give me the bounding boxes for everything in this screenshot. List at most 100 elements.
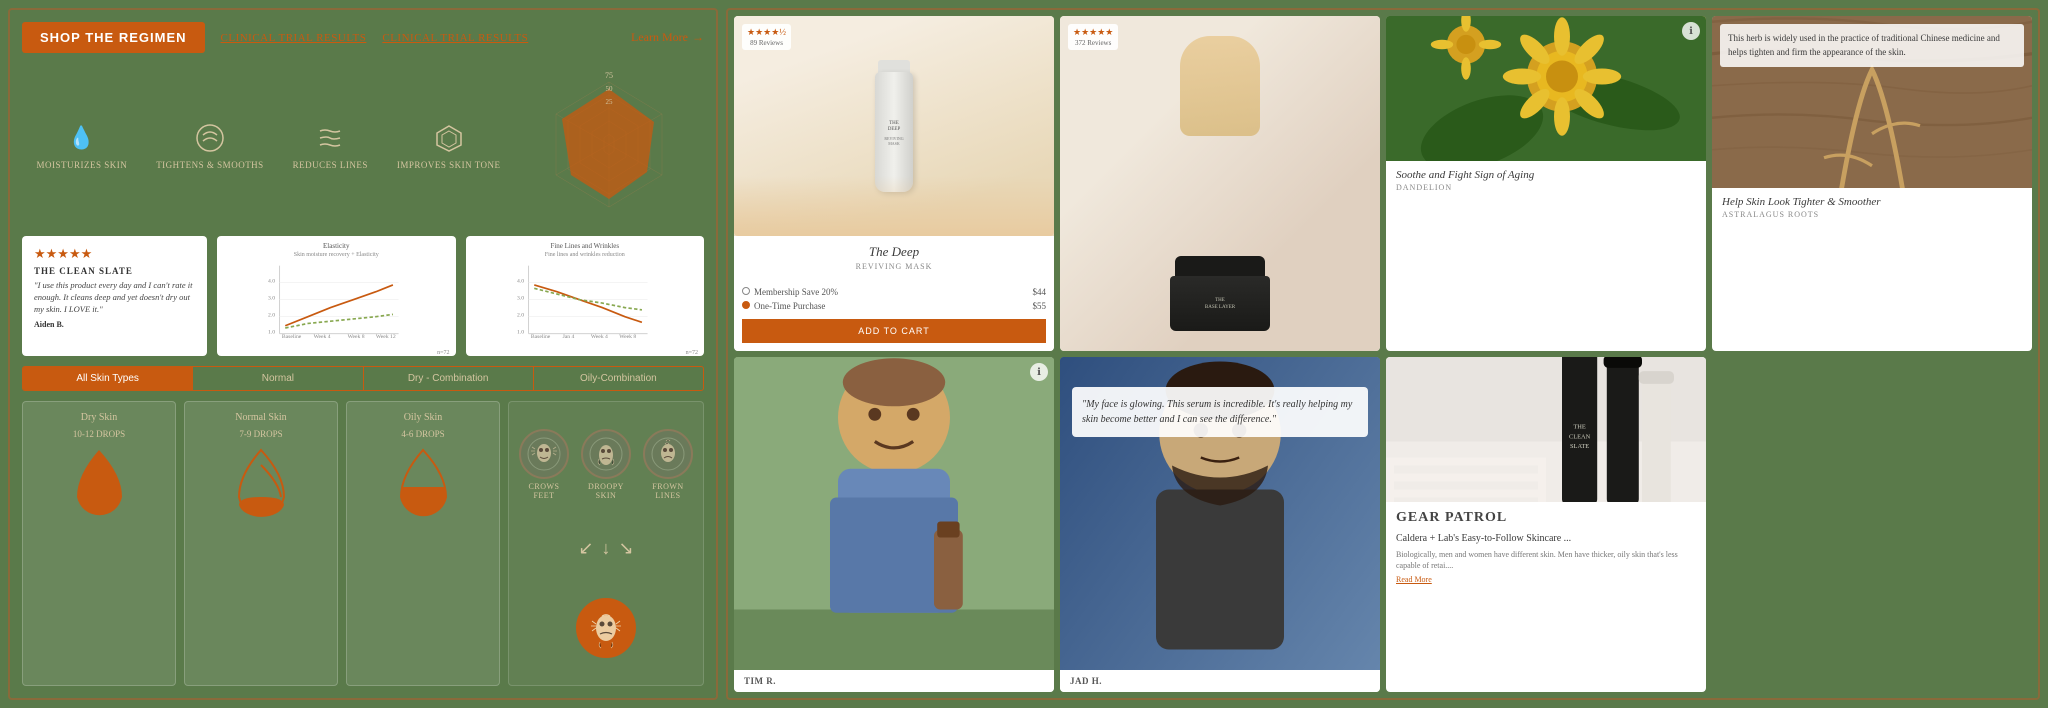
one-time-price: $55: [1033, 301, 1047, 311]
crows-feet-icon: CROWS FEET: [519, 429, 569, 500]
combined-face: [576, 598, 636, 658]
middle-section: ★★★★★ THE CLEAN SLATE "I use this produc…: [22, 236, 704, 356]
jad-testimonial-card: "My face is glowing. This serum is incre…: [1060, 357, 1380, 692]
svg-text:3.0: 3.0: [268, 296, 275, 302]
dry-skin-amount: 10-12 DROPS: [73, 429, 125, 439]
improves-label: IMPROVES SKIN TONE: [397, 160, 501, 170]
chart2-n: n=72: [472, 350, 699, 356]
chart1-title: Elasticity: [223, 242, 450, 250]
dandelion-info-icon[interactable]: ℹ: [1682, 22, 1700, 40]
oily-skin-card: Oily Skin 4-6 DROPS: [346, 401, 500, 686]
svg-text:Week 4: Week 4: [314, 334, 331, 340]
reduces-icon-item: REDUCES LINES: [293, 120, 368, 170]
astragalus-description: This herb is widely used in the practice…: [1728, 32, 2016, 59]
base-layer-review-count: 372 Reviews: [1075, 39, 1111, 47]
droopy-skin-icon: DROOPY SKIN: [581, 429, 631, 500]
drops-section: Dry Skin 10-12 DROPS Normal Skin 7-9 DRO…: [22, 401, 704, 686]
jad-quote-text: "My face is glowing. This serum is incre…: [1082, 397, 1358, 427]
testimonial-title: THE CLEAN SLATE: [34, 266, 195, 276]
oily-skin-drop: [391, 445, 456, 525]
svg-text:4.0: 4.0: [268, 279, 275, 285]
chart2-title: Fine Lines and Wrinkles: [472, 242, 699, 250]
tightens-icon-item: TIGHTENS & SMOOTHS: [156, 120, 264, 170]
the-deep-product-body: The Deep REVIVING MASK: [734, 236, 1054, 279]
shop-regimen-button[interactable]: SHOP THE REGIMEN: [22, 22, 205, 53]
svg-text:Baseline: Baseline: [530, 334, 550, 340]
astragalus-title: Help Skin Look Tighter & Smoother: [1722, 196, 2022, 208]
normal-skin-title: Normal Skin: [235, 412, 286, 423]
svg-text:3.0: 3.0: [516, 296, 523, 302]
arrow-down-2: ↓: [602, 538, 611, 559]
gear-patrol-card: THE CLEAN SLATE GEAR PATROL Caldera + La…: [1386, 357, 1706, 692]
add-to-cart-button[interactable]: ADD TO CART: [742, 319, 1046, 343]
jad-image: "My face is glowing. This serum is incre…: [1060, 357, 1380, 670]
improves-icon-item: IMPROVES SKIN TONE: [397, 120, 501, 170]
the-deep-subtitle: REVIVING MASK: [742, 262, 1046, 271]
moisturizes-icon: 💧: [64, 120, 100, 156]
normal-skin-drop: [229, 445, 294, 525]
tightens-icon: [192, 120, 228, 156]
crows-feet-face: [519, 429, 569, 479]
oily-skin-title: Oily Skin: [404, 412, 443, 423]
testimonial-author: Aiden B.: [34, 320, 195, 329]
the-deep-review-count: 89 Reviews: [750, 39, 783, 47]
gear-patrol-excerpt: Biologically, men and women have differe…: [1396, 549, 1696, 571]
membership-price: $44: [1033, 287, 1047, 297]
droopy-skin-face: [581, 429, 631, 479]
tab-all-skin[interactable]: All Skin Types: [23, 367, 193, 390]
right-panel: THEDEEP REVIVINGMASK ★★★★½ 89 Reviews Th…: [726, 8, 2040, 700]
gear-patrol-logo: GEAR PATROL: [1396, 510, 1696, 526]
the-deep-title: The Deep: [742, 244, 1046, 260]
tab-oily-combination[interactable]: Oily-Combination: [534, 367, 703, 390]
base-layer-reviews-badge: ★★★★★ 372 Reviews: [1068, 24, 1118, 50]
clinical-link-1[interactable]: CLINICAL TRIAL RESULTS: [221, 32, 367, 44]
the-deep-card: THEDEEP REVIVINGMASK ★★★★½ 89 Reviews Th…: [734, 16, 1054, 351]
svg-text:2.0: 2.0: [268, 313, 275, 319]
combined-face-icon: [576, 598, 636, 658]
tim-footer: TIM R.: [734, 670, 1054, 692]
chart-wrinkles: Fine Lines and Wrinkles Fine lines and w…: [466, 236, 705, 356]
svg-text:THE: THE: [1573, 424, 1586, 431]
svg-text:Week 12: Week 12: [376, 334, 396, 340]
svg-text:Week 8: Week 8: [348, 334, 365, 340]
moisturizes-icon-item: 💧 MOISTURIZES SKIN: [36, 120, 127, 170]
normal-skin-card: Normal Skin 7-9 DROPS: [184, 401, 338, 686]
gear-patrol-link[interactable]: Read More: [1396, 575, 1696, 584]
one-time-label: One-Time Purchase: [754, 301, 825, 311]
base-layer-card: THEBASE LAYER ★★★★★ 372 Reviews: [1060, 16, 1380, 351]
one-time-option[interactable]: One-Time Purchase $55: [742, 301, 1046, 311]
learn-more-link[interactable]: Learn More →: [631, 30, 704, 45]
tim-info-icon[interactable]: ℹ: [1030, 363, 1048, 381]
header-row: SHOP THE REGIMEN CLINICAL TRIAL RESULTS …: [22, 22, 704, 53]
tab-normal[interactable]: Normal: [193, 367, 363, 390]
chart-elasticity: Elasticity Skin moisture recovery + Elas…: [217, 236, 456, 356]
skin-type-tabs: All Skin Types Normal Dry - Combination …: [22, 366, 704, 391]
dry-skin-card: Dry Skin 10-12 DROPS: [22, 401, 176, 686]
svg-text:Baseline: Baseline: [282, 334, 302, 340]
svg-text:CLEAN: CLEAN: [1569, 433, 1591, 440]
membership-option[interactable]: Membership Save 20% $44: [742, 287, 1046, 297]
dandelion-latin: DANDELION: [1396, 183, 1696, 192]
frown-lines-icon: FROWN LINES: [643, 429, 693, 500]
tab-dry-combination[interactable]: Dry - Combination: [364, 367, 534, 390]
svg-text:1.0: 1.0: [268, 330, 275, 336]
moisturizes-label: MOISTURIZES SKIN: [36, 160, 127, 170]
astragalus-latin: ASTRALAGUS ROOTS: [1722, 210, 2022, 219]
membership-label: Membership Save 20%: [754, 287, 838, 297]
face-concern-icons: CROWS FEET: [508, 401, 704, 686]
chart1-n: n=72: [223, 350, 450, 356]
svg-text:1.0: 1.0: [516, 330, 523, 336]
svg-text:SLATE: SLATE: [1570, 443, 1589, 450]
clinical-link-2[interactable]: CLINICAL TRIAL RESULTS: [382, 32, 528, 44]
the-deep-reviews-badge: ★★★★½ 89 Reviews: [742, 24, 791, 50]
reduces-label: REDUCES LINES: [293, 160, 368, 170]
testimonial-stars: ★★★★★: [34, 246, 195, 262]
gear-patrol-image: THE CLEAN SLATE: [1386, 357, 1706, 502]
membership-radio[interactable]: [742, 287, 750, 295]
dandelion-image: ℹ: [1386, 16, 1706, 161]
astragalus-card: This herb is widely used in the practice…: [1712, 16, 2032, 351]
chart2-subtitle: Fine lines and wrinkles reduction: [472, 252, 699, 258]
frown-lines-label: FROWN LINES: [643, 482, 693, 500]
oily-skin-amount: 4-6 DROPS: [401, 429, 444, 439]
one-time-radio[interactable]: [742, 301, 750, 309]
